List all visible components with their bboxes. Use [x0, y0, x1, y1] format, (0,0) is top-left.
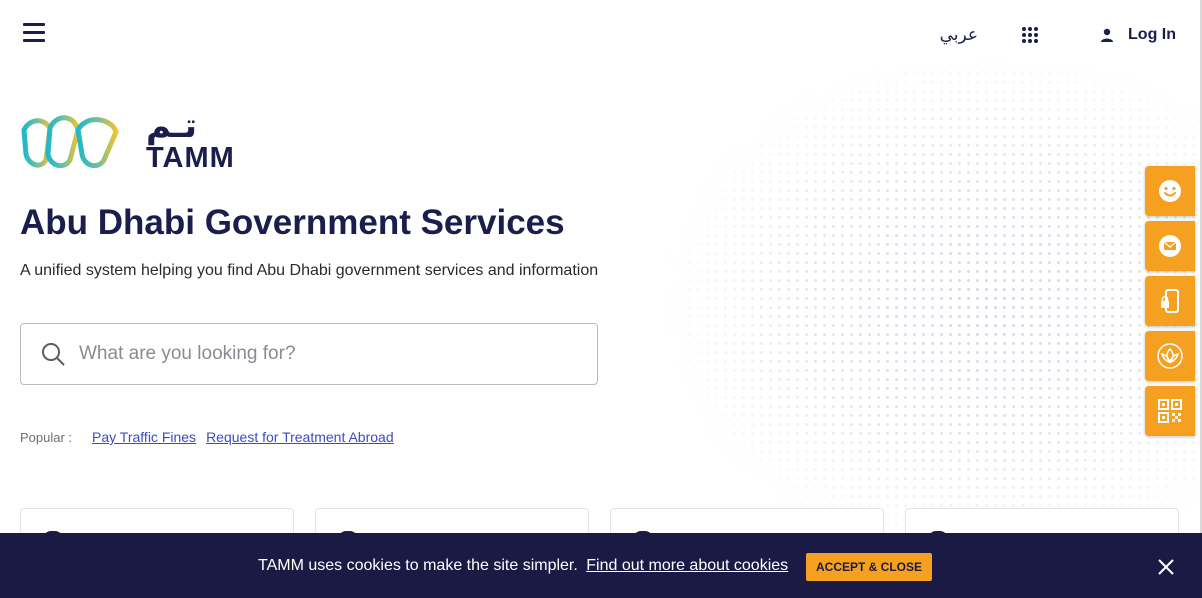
- decorative-dot-pattern: [442, 60, 1202, 530]
- search-input[interactable]: [77, 342, 561, 366]
- logo-arabic-text: تـم: [146, 106, 198, 146]
- lotus-icon: [1157, 343, 1183, 369]
- envelope-icon: [1159, 235, 1181, 257]
- mobile-app-button[interactable]: [1145, 276, 1195, 326]
- language-switch-link[interactable]: عربي: [940, 25, 978, 45]
- qr-scan-button[interactable]: [1145, 386, 1195, 436]
- login-label: Log In: [1128, 26, 1176, 43]
- cookie-banner: TAMM uses cookies to make the site simpl…: [0, 533, 1202, 598]
- smiley-icon: [1159, 180, 1181, 202]
- qr-code-icon: [1158, 399, 1182, 423]
- contact-email-button[interactable]: [1145, 221, 1195, 271]
- accept-cookies-button[interactable]: ACCEPT & CLOSE: [806, 553, 933, 581]
- popular-searches: Popular : Pay Traffic Fines Request for …: [20, 429, 404, 445]
- login-button[interactable]: Log In: [1100, 26, 1176, 44]
- page-subtitle: A unified system helping you find Abu Dh…: [20, 262, 599, 279]
- popular-label: Popular :: [20, 429, 73, 445]
- user-icon: [1101, 28, 1114, 42]
- logo-english-text: TAMM: [146, 142, 235, 174]
- phone-lock-icon: [1161, 289, 1179, 313]
- search-box[interactable]: [20, 323, 598, 385]
- cookie-message: TAMM uses cookies to make the site simpl…: [258, 557, 788, 575]
- popular-link-pay-traffic-fines[interactable]: Pay Traffic Fines: [92, 429, 196, 445]
- page-title: Abu Dhabi Government Services: [20, 203, 565, 242]
- menu-icon[interactable]: [23, 23, 45, 43]
- close-icon[interactable]: [1156, 557, 1176, 577]
- feedback-button[interactable]: [1145, 166, 1195, 216]
- top-navigation: عربي Log In: [940, 22, 1176, 48]
- cookie-text: TAMM uses cookies to make the site simpl…: [258, 557, 578, 574]
- cookie-info-link[interactable]: Find out more about cookies: [586, 557, 788, 574]
- tamm-logo[interactable]: تـم TAMM: [20, 106, 256, 174]
- tamm-logo-mark-icon: [21, 115, 119, 169]
- search-icon: [42, 343, 65, 366]
- wellbeing-button[interactable]: [1145, 331, 1195, 381]
- apps-grid-icon[interactable]: [1022, 27, 1039, 43]
- popular-link-treatment-abroad[interactable]: Request for Treatment Abroad: [206, 429, 394, 445]
